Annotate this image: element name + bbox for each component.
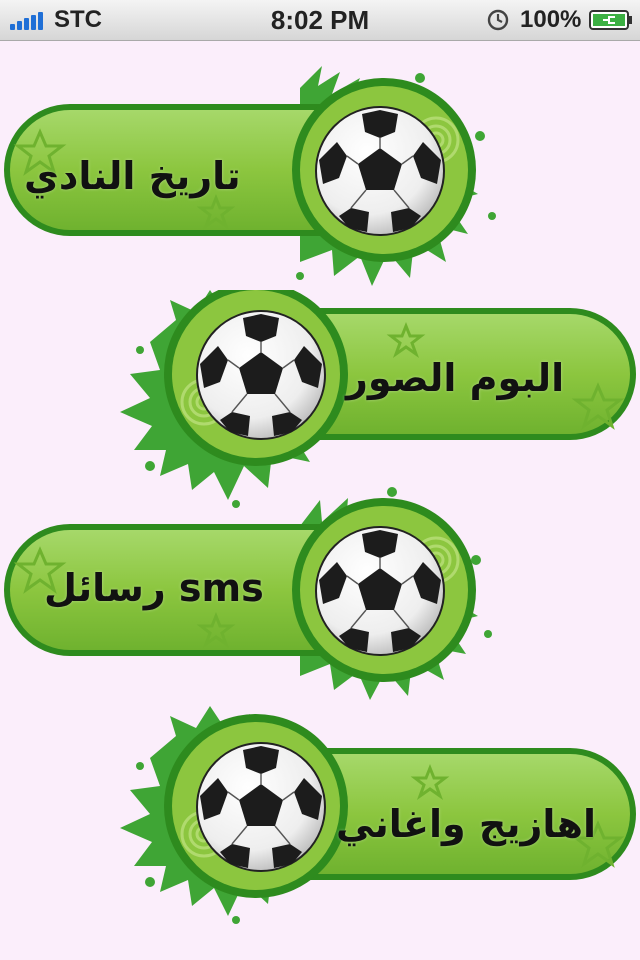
soccer-ball-icon [196,742,326,872]
status-bar: STC 8:02 PM 100% [0,0,640,41]
menu-item-label: البوم الصور [346,356,565,400]
menu-item-label: تاريخ النادي [24,154,241,198]
soccer-ball-icon [196,310,326,440]
menu-item-label: رسائل sms [44,566,264,610]
soccer-ball-icon [315,526,445,656]
battery-percentage: 100% [520,6,582,33]
menu-item-label: اهازيج واغاني [336,802,596,846]
battery-charging-icon [589,10,632,30]
menu-item-sms-messages[interactable]: رسائل sms [0,484,640,704]
menu-item-photo-album[interactable]: البوم الصور [0,290,640,510]
soccer-ball-icon [315,106,445,236]
menu-item-club-history[interactable]: تاريخ النادي [0,66,640,286]
alarm-icon [487,9,509,31]
menu-item-chants-songs[interactable]: اهازيج واغاني [0,706,640,926]
